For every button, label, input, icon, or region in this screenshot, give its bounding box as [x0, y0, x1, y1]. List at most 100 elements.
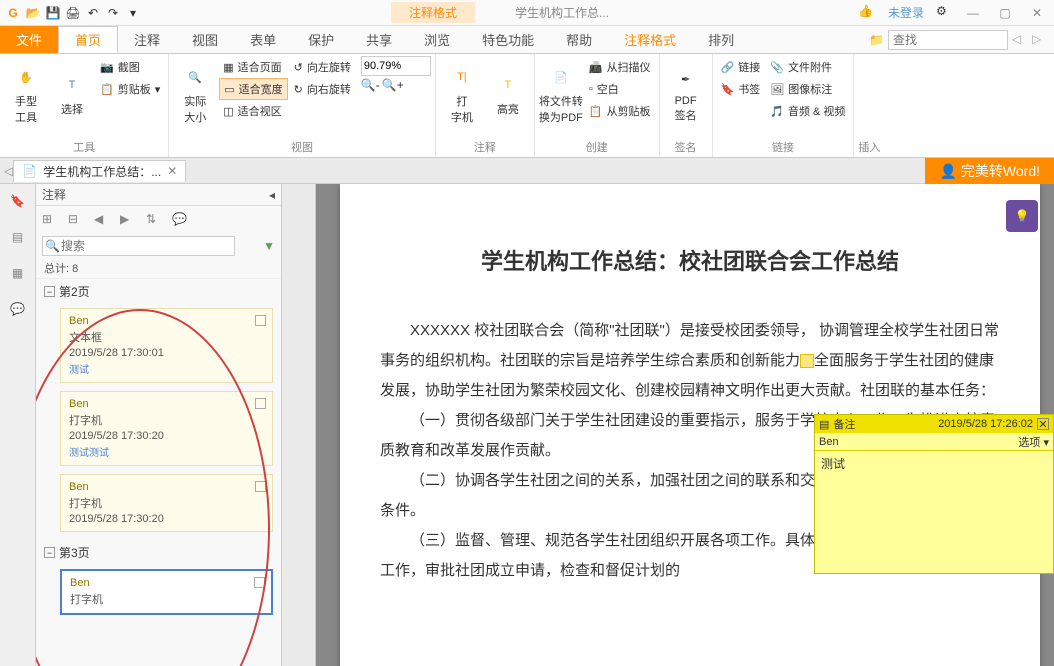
annotation-checkbox[interactable] [255, 315, 266, 326]
search-icon: 🔍 [45, 239, 60, 253]
annotation-checkbox[interactable] [255, 481, 266, 492]
convert-to-pdf-button[interactable]: 📄将文件转 换为PDF [539, 56, 583, 132]
sort-icon[interactable]: ⇅ [146, 212, 162, 228]
popup-close-icon[interactable]: ✕ [1037, 418, 1049, 430]
link-button[interactable]: 🔗链接 [717, 56, 765, 78]
annotation-checkbox[interactable] [254, 577, 265, 588]
ribbon-tab-6[interactable]: 浏览 [408, 26, 466, 53]
login-button[interactable]: 未登录 [882, 2, 930, 23]
popup-options-button[interactable]: 选项 ▾ [1018, 434, 1049, 450]
panel-menu-icon[interactable]: ◂ [269, 188, 275, 202]
annotation-item[interactable]: Ben打字机 [60, 569, 273, 615]
settings-icon[interactable]: ⚙ [936, 4, 954, 22]
hand-up-icon[interactable]: 👍 [858, 4, 876, 22]
from-scanner-button[interactable]: 📠从扫描仪 [585, 56, 655, 78]
minimize-button[interactable]: — [960, 3, 986, 23]
image-icon: 🖼 [770, 83, 784, 96]
annotation-checkbox[interactable] [255, 398, 266, 409]
ribbon-tab-3[interactable]: 表单 [234, 26, 292, 53]
fit-visible-button[interactable]: ◫适合视区 [219, 100, 287, 122]
maximize-button[interactable]: ▢ [992, 3, 1018, 23]
actual-size-button[interactable]: 🔍实际 大小 [173, 56, 217, 132]
redo-icon[interactable]: ↷ [104, 4, 122, 22]
close-window-button[interactable]: ✕ [1024, 3, 1050, 23]
media-button[interactable]: 🎵音频 & 视频 [766, 100, 849, 122]
snapshot-button[interactable]: 📷截图 [96, 56, 164, 78]
comments-panel-icon[interactable]: 💬 [7, 298, 29, 320]
next-comment-icon[interactable]: ▶ [120, 212, 136, 228]
highlight-button[interactable]: T高亮 [486, 56, 530, 132]
collapse-all-icon[interactable]: ⊟ [68, 212, 84, 228]
ribbon-tab-7[interactable]: 特色功能 [466, 26, 550, 53]
annotation-item[interactable]: Ben文本框2019/5/28 17:30:01测试 [60, 308, 273, 383]
collapse-icon[interactable]: − [44, 286, 55, 297]
document-tab[interactable]: 📄 学生机构工作总结：... ✕ [13, 160, 186, 182]
nav-prev-icon[interactable]: ◁ [1012, 32, 1028, 48]
panel-search-input[interactable] [42, 236, 235, 256]
qat-dropdown-icon[interactable]: ▾ [124, 4, 142, 22]
annotation-popup[interactable]: ▤ 备注 2019/5/28 17:26:02 ✕ Ben 选项 ▾ 测试 [814, 414, 1054, 574]
nav-next-icon[interactable]: ▷ [1032, 32, 1048, 48]
ribbon-tab-10[interactable]: 排列 [692, 26, 750, 53]
annotation-item[interactable]: Ben打字机2019/5/28 17:30:20测试测试 [60, 391, 273, 466]
ribbon-tab-1[interactable]: 注释 [118, 26, 176, 53]
filter-icon[interactable]: ▼ [263, 239, 275, 253]
close-tab-icon[interactable]: ✕ [167, 164, 177, 178]
ribbon-tab-4[interactable]: 保护 [292, 26, 350, 53]
annotation-date: 2019/5/28 17:30:20 [69, 513, 264, 525]
collapse-icon[interactable]: − [44, 547, 55, 558]
search-input[interactable] [888, 30, 1008, 50]
prev-comment-icon[interactable]: ◀ [94, 212, 110, 228]
select-tool-button[interactable]: T选择 [50, 56, 94, 132]
typewriter-button[interactable]: T|打 字机 [440, 56, 484, 132]
annotation-type: 打字机 [69, 412, 264, 428]
image-annotation-button[interactable]: 🖼图像标注 [766, 78, 849, 100]
rotate-left-button[interactable]: ↺向左旋转 [290, 56, 355, 78]
panel-search-row: 🔍 ▼ [36, 234, 281, 258]
fit-width-button[interactable]: ▭适合宽度 [219, 78, 287, 100]
bookmark-button[interactable]: 🔖书签 [717, 78, 765, 100]
rotate-right-button[interactable]: ↻向右旋转 [290, 78, 355, 100]
clipboard-button[interactable]: 📋剪贴板▾ [96, 78, 164, 100]
highlight-annotation[interactable] [800, 354, 814, 368]
zoom-out-icon[interactable]: 🔍- [361, 78, 380, 92]
zoom-in-icon[interactable]: 🔍+ [382, 78, 404, 92]
annotation-item[interactable]: Ben打字机2019/5/28 17:30:20 [60, 474, 273, 532]
document-viewport[interactable]: 学生机构工作总结：校社团联合会工作总结 XXXXXX 校社团联合会（简称"社团联… [282, 184, 1054, 666]
folder-search-icon[interactable]: 📁 [869, 33, 884, 47]
ribbon-tab-5[interactable]: 共享 [350, 26, 408, 53]
zoom-input[interactable] [361, 56, 431, 76]
open-icon[interactable]: 📂 [24, 4, 42, 22]
show-comments-icon[interactable]: 💬 [172, 212, 188, 228]
fit-page-button[interactable]: ▦适合页面 [219, 56, 287, 78]
from-clipboard-button[interactable]: 📋从剪贴板 [585, 100, 655, 122]
ribbon-group-create: 📄将文件转 换为PDF 📠从扫描仪 ▫空白 📋从剪贴板 创建 [535, 54, 660, 157]
ribbon-tab-8[interactable]: 帮助 [550, 26, 608, 53]
tab-nav-left-icon[interactable]: ◁ [4, 164, 13, 178]
print-icon[interactable]: 🖨 [64, 4, 82, 22]
layers-panel-icon[interactable]: ▦ [7, 262, 29, 284]
pdf-sign-button[interactable]: ✒PDF 签名 [664, 56, 708, 132]
hand-tool-button[interactable]: ✋手型 工具 [4, 56, 48, 132]
panel-toolbar: ⊞ ⊟ ◀ ▶ ⇅ 💬 [36, 206, 281, 234]
popup-body[interactable]: 测试 [815, 451, 1053, 476]
popup-header[interactable]: ▤ 备注 2019/5/28 17:26:02 ✕ [815, 415, 1053, 433]
ribbon-tab-0[interactable]: 首页 [58, 26, 118, 53]
bookmarks-panel-icon[interactable]: 🔖 [7, 190, 29, 212]
convert-word-button[interactable]: 👤 完美转Word! [925, 158, 1054, 184]
blank-page-button[interactable]: ▫空白 [585, 78, 655, 100]
page-group-header[interactable]: −第2页 [36, 279, 281, 304]
group-label: 视图 [173, 137, 431, 157]
ribbon-tab-2[interactable]: 视图 [176, 26, 234, 53]
expand-all-icon[interactable]: ⊞ [42, 212, 58, 228]
pages-panel-icon[interactable]: ▤ [7, 226, 29, 248]
attach-button[interactable]: 📎文件附件 [766, 56, 849, 78]
page-group-header[interactable]: −第3页 [36, 540, 281, 565]
tips-button[interactable]: 💡 [1006, 200, 1038, 232]
ribbon-tab-9[interactable]: 注释格式 [608, 26, 692, 53]
panel-list[interactable]: −第2页Ben文本框2019/5/28 17:30:01测试Ben打字机2019… [36, 279, 281, 666]
file-tab[interactable]: 文件 [0, 26, 58, 53]
comments-panel: 注释 ◂ ⊞ ⊟ ◀ ▶ ⇅ 💬 🔍 ▼ 总计: 8 −第2页Ben文本框201… [36, 184, 282, 666]
save-icon[interactable]: 💾 [44, 4, 62, 22]
undo-icon[interactable]: ↶ [84, 4, 102, 22]
